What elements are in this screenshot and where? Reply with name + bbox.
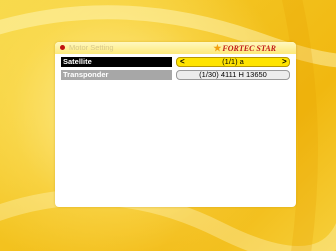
transponder-row[interactable]: Transponder (1/30) 4111 H 13650: [61, 70, 290, 80]
motor-setting-panel: Motor Setting ★FORTEC STAR Satellite < (…: [55, 42, 296, 207]
page-title: Motor Setting: [69, 43, 114, 52]
transponder-value: (1/30) 4111 H 13650: [199, 70, 267, 79]
bullet-icon: [60, 45, 65, 50]
star-icon: ★: [213, 43, 222, 53]
satellite-row[interactable]: Satellite < (1/1) a >: [61, 57, 290, 67]
arrow-left-icon[interactable]: <: [180, 57, 185, 67]
satellite-label: Satellite: [61, 57, 172, 67]
satellite-value: (1/1) a: [222, 57, 244, 66]
arrow-right-icon[interactable]: >: [282, 57, 287, 67]
brand-logo: ★FORTEC STAR: [213, 42, 276, 54]
transponder-label: Transponder: [61, 70, 172, 80]
brand-name: FORTEC STAR: [222, 44, 276, 53]
panel-header: Motor Setting ★FORTEC STAR: [55, 42, 296, 54]
